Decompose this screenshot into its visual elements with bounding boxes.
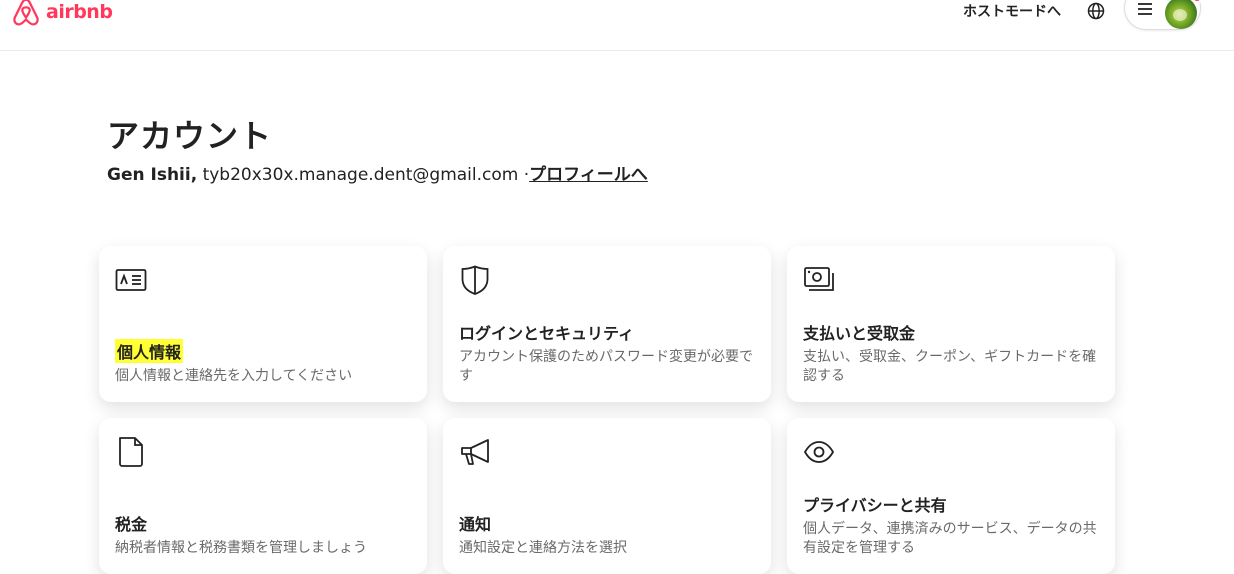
- card-title: 通知: [459, 515, 492, 534]
- hamburger-menu-icon: [1138, 3, 1152, 15]
- top-header: airbnb ホストモードへ: [0, 0, 1234, 51]
- card-description: 納税者情報と税務書類を管理しましょう: [115, 540, 367, 556]
- payment-cards-icon: [804, 267, 834, 291]
- card-privacy-sharing[interactable]: プライバシーと共有 個人データ、連携済みのサービス、データの共有設定を管理する: [787, 418, 1115, 574]
- card-title: プライバシーと共有: [803, 496, 947, 515]
- eye-icon: [803, 441, 835, 463]
- card-description: 個人データ、連携済みのサービス、データの共有設定を管理する: [803, 521, 1097, 556]
- user-menu-button[interactable]: [1124, 0, 1203, 30]
- account-subtitle: Gen Ishii, tyb20x30x.manage.dent@gmail.c…: [107, 160, 648, 185]
- card-title: 税金: [115, 515, 148, 534]
- user-name: Gen Ishii,: [107, 165, 198, 185]
- card-payments[interactable]: 支払いと受取金 支払い、受取金、クーポン、ギフトカードを確認する: [787, 246, 1115, 402]
- card-title: 支払いと受取金: [803, 324, 916, 343]
- card-taxes[interactable]: 税金 納税者情報と税務書類を管理しましょう: [99, 418, 427, 574]
- avatar: [1165, 0, 1197, 29]
- id-card-icon: [115, 269, 147, 291]
- host-mode-link[interactable]: ホストモードへ: [963, 1, 1061, 21]
- shield-icon: [461, 265, 489, 295]
- card-title: ログインとセキュリティ: [459, 324, 635, 343]
- card-description: 支払い、受取金、クーポン、ギフトカードを確認する: [803, 349, 1097, 384]
- logo-text: airbnb: [46, 1, 113, 23]
- card-description: 個人情報と連絡先を入力してください: [115, 368, 353, 384]
- airbnb-logo[interactable]: airbnb: [10, 0, 113, 28]
- card-description: 通知設定と連絡方法を選択: [459, 540, 627, 556]
- airbnb-logo-icon: [13, 0, 39, 26]
- page-title: アカウント: [107, 117, 273, 155]
- document-icon: [119, 437, 143, 467]
- user-email: tyb20x30x.manage.dent@gmail.com: [202, 165, 519, 185]
- card-notifications[interactable]: 通知 通知設定と連絡方法を選択: [443, 418, 771, 574]
- card-description: アカウント保護のためパスワード変更が必要です: [459, 349, 753, 384]
- globe-icon[interactable]: [1086, 1, 1106, 21]
- profile-link[interactable]: プロフィールへ: [529, 165, 648, 185]
- card-login-security[interactable]: ログインとセキュリティ アカウント保護のためパスワード変更が必要です: [443, 246, 771, 402]
- card-title: 個人情報: [115, 339, 184, 363]
- card-personal-info[interactable]: 個人情報 個人情報と連絡先を入力してください: [99, 246, 427, 402]
- megaphone-icon: [461, 439, 489, 465]
